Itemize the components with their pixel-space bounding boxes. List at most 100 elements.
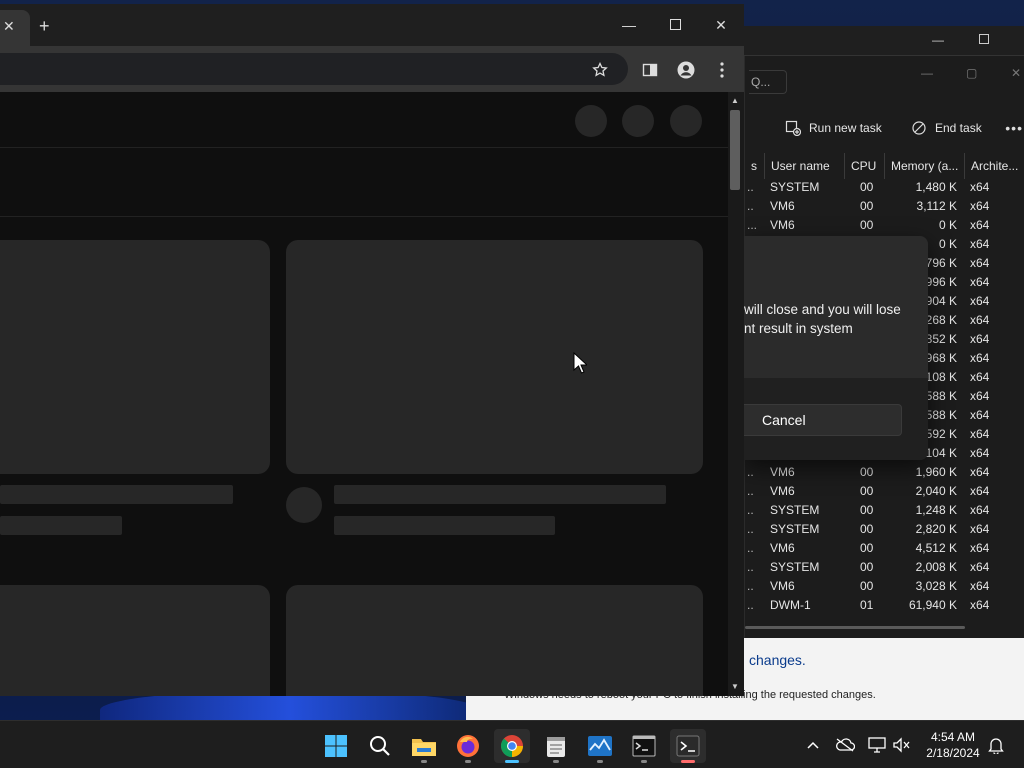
search-input[interactable]: Q... bbox=[749, 70, 787, 94]
maximize-icon[interactable] bbox=[663, 14, 687, 36]
cell-architecture: x64 bbox=[970, 427, 990, 441]
close-icon[interactable]: ✕ bbox=[1011, 66, 1021, 80]
side-panel-icon[interactable] bbox=[639, 59, 661, 81]
cell-cpu: 00 bbox=[860, 218, 874, 232]
file-explorer-button[interactable] bbox=[406, 729, 442, 763]
cell-architecture: x64 bbox=[970, 560, 990, 574]
dialog-footer: Cancel bbox=[744, 378, 928, 460]
scroll-up-icon[interactable]: ▲ bbox=[731, 96, 739, 105]
maximize-icon[interactable]: ▢ bbox=[966, 66, 977, 80]
task-manager-toolbar: Run new task End task ••• bbox=[745, 112, 1024, 144]
cell-user-name: VM6 bbox=[770, 579, 795, 593]
column-status[interactable]: s bbox=[745, 153, 764, 179]
bookmark-star-icon[interactable] bbox=[589, 59, 611, 81]
table-row[interactable]: .. SYSTEM 00 1,480 K x64 bbox=[745, 178, 1024, 197]
run-new-task-button[interactable]: Run new task bbox=[785, 118, 882, 138]
start-button[interactable] bbox=[318, 729, 354, 763]
table-row[interactable]: .. SYSTEM 00 2,008 K x64 bbox=[745, 558, 1024, 577]
table-row[interactable]: .. VM6 00 1,960 K x64 bbox=[745, 463, 1024, 482]
chrome-button[interactable] bbox=[494, 729, 530, 763]
cell-cpu: 00 bbox=[860, 465, 874, 479]
table-row[interactable]: .. DWM-1 01 61,940 K x64 bbox=[745, 596, 1024, 615]
task-manager-icon bbox=[588, 736, 612, 756]
column-memory[interactable]: Memory (a... bbox=[884, 153, 964, 179]
table-row[interactable]: .. SYSTEM 00 2,820 K x64 bbox=[745, 520, 1024, 539]
notepad-button[interactable] bbox=[538, 729, 574, 763]
minimize-icon[interactable]: — bbox=[921, 66, 933, 80]
cell-user-name: DWM-1 bbox=[770, 598, 811, 612]
cell-memory: 1,480 K bbox=[915, 180, 957, 194]
cell-architecture: x64 bbox=[970, 598, 990, 612]
cell-memory: 1,248 K bbox=[915, 503, 957, 517]
title-placeholder bbox=[334, 485, 666, 504]
minimize-icon[interactable]: — bbox=[928, 32, 948, 48]
chrome-icon bbox=[501, 735, 523, 757]
maximize-icon[interactable] bbox=[974, 32, 994, 48]
search-button[interactable] bbox=[362, 729, 398, 763]
cell-memory: 3,028 K bbox=[915, 579, 957, 593]
cell-architecture: x64 bbox=[970, 218, 990, 232]
firefox-button[interactable] bbox=[450, 729, 486, 763]
vertical-scrollbar[interactable]: ▲ ▼ bbox=[728, 92, 744, 696]
profile-icon[interactable] bbox=[675, 59, 697, 81]
more-options-icon[interactable]: ••• bbox=[1005, 120, 1023, 136]
cancel-button[interactable]: Cancel bbox=[744, 404, 902, 436]
cell-user-name: SYSTEM bbox=[770, 503, 820, 517]
cell-user-name: VM6 bbox=[770, 199, 795, 213]
minimize-icon[interactable]: — bbox=[617, 14, 641, 36]
process-name-fragment: .. bbox=[747, 503, 754, 517]
task-manager-taskbar-button[interactable] bbox=[582, 729, 618, 763]
table-row[interactable]: .. VM6 00 2,040 K x64 bbox=[745, 482, 1024, 501]
cell-architecture: x64 bbox=[970, 275, 990, 289]
cell-architecture: x64 bbox=[970, 389, 990, 403]
cell-cpu: 00 bbox=[860, 522, 874, 536]
browser-menu-icon[interactable] bbox=[711, 59, 733, 81]
process-name-fragment: .. bbox=[747, 522, 754, 536]
cell-cpu: 00 bbox=[860, 503, 874, 517]
table-row[interactable]: .. SYSTEM 00 1,248 K x64 bbox=[745, 501, 1024, 520]
process-name-fragment: .. bbox=[747, 560, 754, 574]
command-prompt-icon bbox=[632, 735, 656, 757]
new-tab-icon[interactable]: + bbox=[39, 16, 50, 37]
cell-architecture: x64 bbox=[970, 180, 990, 194]
system-clock[interactable]: 4:54 AM 2/18/2024 bbox=[918, 729, 988, 761]
cell-memory: 61,940 K bbox=[908, 598, 957, 612]
close-icon[interactable]: ✕ bbox=[709, 14, 733, 36]
cell-user-name: SYSTEM bbox=[770, 560, 820, 574]
cell-cpu: 00 bbox=[860, 579, 874, 593]
horizontal-scrollbar[interactable] bbox=[745, 626, 965, 629]
browser-tab[interactable]: ✕ bbox=[0, 10, 30, 46]
end-task-icon bbox=[911, 120, 927, 136]
scrollbar-thumb[interactable] bbox=[730, 110, 740, 190]
table-row[interactable]: ... VM6 00 0 K x64 bbox=[745, 216, 1024, 235]
cell-memory: 2,820 K bbox=[915, 522, 957, 536]
changes-link[interactable]: changes. bbox=[749, 652, 806, 668]
end-task-button[interactable]: End task bbox=[911, 118, 982, 138]
address-bar[interactable] bbox=[0, 53, 628, 85]
column-cpu[interactable]: CPU bbox=[844, 153, 884, 179]
cell-architecture: x64 bbox=[970, 256, 990, 270]
meta-placeholder bbox=[334, 516, 555, 535]
show-hidden-icons-chevron-up-icon[interactable] bbox=[803, 735, 823, 755]
network-icon[interactable] bbox=[867, 735, 887, 755]
close-tab-icon[interactable]: ✕ bbox=[3, 18, 15, 35]
table-row[interactable]: .. VM6 00 3,112 K x64 bbox=[745, 197, 1024, 216]
scroll-down-icon[interactable]: ▼ bbox=[731, 682, 739, 691]
column-architecture[interactable]: Archite... bbox=[964, 153, 1024, 179]
notifications-bell-icon[interactable] bbox=[986, 735, 1006, 755]
search-icon bbox=[370, 736, 390, 756]
terminal-button[interactable] bbox=[670, 729, 706, 763]
table-row[interactable]: .. VM6 00 3,028 K x64 bbox=[745, 577, 1024, 596]
column-user-name[interactable]: User name bbox=[764, 153, 844, 179]
cell-cpu: 00 bbox=[860, 484, 874, 498]
run-task-icon bbox=[785, 120, 801, 136]
onedrive-offline-icon[interactable] bbox=[835, 735, 855, 755]
volume-muted-icon[interactable] bbox=[891, 735, 911, 755]
cell-architecture: x64 bbox=[970, 237, 990, 251]
process-name-fragment: .. bbox=[747, 199, 754, 213]
cell-memory: 4,512 K bbox=[915, 541, 957, 555]
video-thumbnail-placeholder bbox=[0, 240, 270, 474]
table-row[interactable]: .. VM6 00 4,512 K x64 bbox=[745, 539, 1024, 558]
video-thumbnail-placeholder bbox=[0, 585, 270, 696]
command-prompt-button[interactable] bbox=[626, 729, 662, 763]
